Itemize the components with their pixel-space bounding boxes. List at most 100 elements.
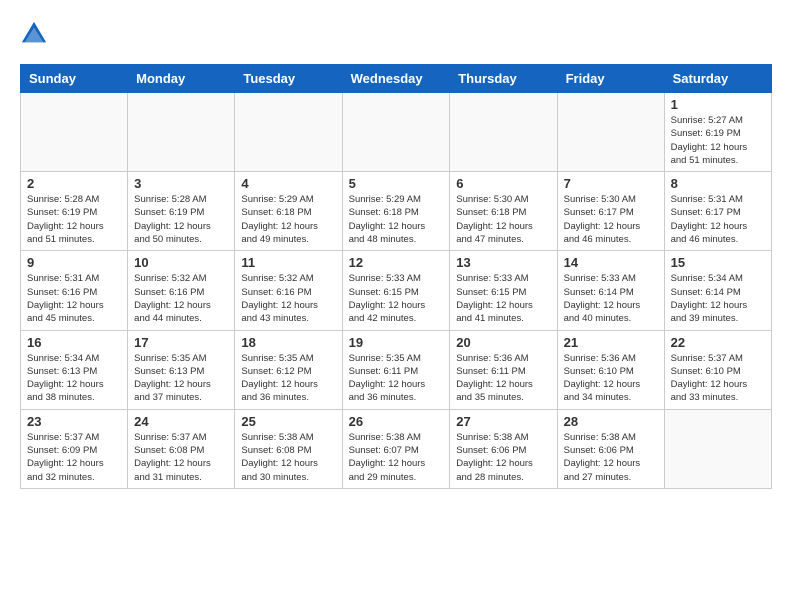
calendar-cell [128,93,235,172]
day-number: 27 [456,414,550,429]
calendar-cell: 13Sunrise: 5:33 AM Sunset: 6:15 PM Dayli… [450,251,557,330]
calendar-cell: 3 Sunrise: 5:28 AM Sunset: 6:19 PM Daylig… [128,172,235,251]
day-number: 26 [349,414,444,429]
day-info: Sunrise: 5:35 AM Sunset: 6:12 PM Dayligh… [241,352,335,405]
day-number: 23 [27,414,121,429]
calendar-week-row: 1 Sunrise: 5:27 AM Sunset: 6:19 PM Daylig… [21,93,772,172]
day-header-sunday: Sunday [21,65,128,93]
day-info: Sunrise: 5:28 AM Sunset: 6:19 PM Dayligh… [134,193,228,246]
calendar-cell: 16 Sunrise: 5:34 AM Sunset: 6:13 PM Dayli… [21,330,128,409]
calendar-header-row: SundayMondayTuesdayWednesdayThursdayFrid… [21,65,772,93]
calendar-cell: 14 Sunrise: 5:33 AM Sunset: 6:14 PM Dayli… [557,251,664,330]
day-info: Sunrise: 5:37 AM Sunset: 6:08 PM Dayligh… [134,431,228,484]
day-info: Sunrise: 5:29 AM Sunset: 6:18 PM Dayligh… [349,193,444,246]
day-info: Sunrise: 5:35 AM Sunset: 6:11 PM Dayligh… [349,352,444,405]
day-info: Sunrise: 5:28 AM Sunset: 6:19 PM Dayligh… [27,193,121,246]
day-info: Sunrise: 5:38 AM Sunset: 6:06 PM Dayligh… [456,431,550,484]
calendar-cell: 9 Sunrise: 5:31 AM Sunset: 6:16 PM Daylig… [21,251,128,330]
calendar-week-row: 16 Sunrise: 5:34 AM Sunset: 6:13 PM Dayli… [21,330,772,409]
day-header-thursday: Thursday [450,65,557,93]
day-info: Sunrise: 5:38 AM Sunset: 6:06 PM Dayligh… [564,431,658,484]
day-number: 16 [27,335,121,350]
calendar-cell [21,93,128,172]
calendar-cell: 6 Sunrise: 5:30 AM Sunset: 6:18 PM Daylig… [450,172,557,251]
day-info: Sunrise: 5:38 AM Sunset: 6:08 PM Dayligh… [241,431,335,484]
day-info: Sunrise: 5:30 AM Sunset: 6:18 PM Dayligh… [456,193,550,246]
day-info: Sunrise: 5:33 AM Sunset: 6:14 PM Dayligh… [564,272,658,325]
day-info: Sunrise: 5:35 AM Sunset: 6:13 PM Dayligh… [134,352,228,405]
day-number: 3 [134,176,228,191]
calendar-week-row: 23 Sunrise: 5:37 AM Sunset: 6:09 PM Dayli… [21,409,772,488]
calendar-cell: 11 Sunrise: 5:32 AM Sunset: 6:16 PM Dayli… [235,251,342,330]
day-number: 5 [349,176,444,191]
day-number: 11 [241,255,335,270]
calendar-cell: 7 Sunrise: 5:30 AM Sunset: 6:17 PM Daylig… [557,172,664,251]
day-number: 17 [134,335,228,350]
day-number: 28 [564,414,658,429]
calendar-cell: 22 Sunrise: 5:37 AM Sunset: 6:10 PM Dayli… [664,330,771,409]
day-number: 19 [349,335,444,350]
day-number: 24 [134,414,228,429]
calendar-cell: 26 Sunrise: 5:38 AM Sunset: 6:07 PM Dayli… [342,409,450,488]
day-number: 1 [671,97,765,112]
calendar-cell: 8 Sunrise: 5:31 AM Sunset: 6:17 PM Daylig… [664,172,771,251]
calendar-cell [235,93,342,172]
day-header-monday: Monday [128,65,235,93]
day-info: Sunrise: 5:27 AM Sunset: 6:19 PM Dayligh… [671,114,765,167]
calendar-cell: 24 Sunrise: 5:37 AM Sunset: 6:08 PM Dayli… [128,409,235,488]
day-info: Sunrise: 5:33 AM Sunset: 6:15 PM Dayligh… [349,272,444,325]
day-number: 15 [671,255,765,270]
day-number: 25 [241,414,335,429]
day-header-friday: Friday [557,65,664,93]
calendar-cell: 15 Sunrise: 5:34 AM Sunset: 6:14 PM Dayli… [664,251,771,330]
calendar-cell: 23 Sunrise: 5:37 AM Sunset: 6:09 PM Dayli… [21,409,128,488]
calendar-cell: 1 Sunrise: 5:27 AM Sunset: 6:19 PM Daylig… [664,93,771,172]
day-number: 7 [564,176,658,191]
calendar-cell: 12 Sunrise: 5:33 AM Sunset: 6:15 PM Dayli… [342,251,450,330]
day-number: 13 [456,255,550,270]
calendar-cell: 2Sunrise: 5:28 AM Sunset: 6:19 PM Daylig… [21,172,128,251]
day-header-saturday: Saturday [664,65,771,93]
day-number: 12 [349,255,444,270]
day-number: 10 [134,255,228,270]
day-header-tuesday: Tuesday [235,65,342,93]
calendar-cell: 27 Sunrise: 5:38 AM Sunset: 6:06 PM Dayli… [450,409,557,488]
day-info: Sunrise: 5:37 AM Sunset: 6:10 PM Dayligh… [671,352,765,405]
day-info: Sunrise: 5:38 AM Sunset: 6:07 PM Dayligh… [349,431,444,484]
day-number: 4 [241,176,335,191]
day-info: Sunrise: 5:32 AM Sunset: 6:16 PM Dayligh… [134,272,228,325]
day-info: Sunrise: 5:36 AM Sunset: 6:11 PM Dayligh… [456,352,550,405]
calendar-cell: 20 Sunrise: 5:36 AM Sunset: 6:11 PM Dayli… [450,330,557,409]
day-number: 9 [27,255,121,270]
day-number: 18 [241,335,335,350]
day-info: Sunrise: 5:31 AM Sunset: 6:17 PM Dayligh… [671,193,765,246]
calendar-table: SundayMondayTuesdayWednesdayThursdayFrid… [20,64,772,489]
day-info: Sunrise: 5:34 AM Sunset: 6:13 PM Dayligh… [27,352,121,405]
day-info: Sunrise: 5:30 AM Sunset: 6:17 PM Dayligh… [564,193,658,246]
day-number: 20 [456,335,550,350]
day-info: Sunrise: 5:29 AM Sunset: 6:18 PM Dayligh… [241,193,335,246]
day-info: Sunrise: 5:37 AM Sunset: 6:09 PM Dayligh… [27,431,121,484]
logo-icon [20,20,48,48]
calendar-week-row: 9 Sunrise: 5:31 AM Sunset: 6:16 PM Daylig… [21,251,772,330]
day-number: 22 [671,335,765,350]
day-info: Sunrise: 5:34 AM Sunset: 6:14 PM Dayligh… [671,272,765,325]
calendar-cell [664,409,771,488]
calendar-cell: 18 Sunrise: 5:35 AM Sunset: 6:12 PM Dayli… [235,330,342,409]
calendar-cell: 17 Sunrise: 5:35 AM Sunset: 6:13 PM Dayli… [128,330,235,409]
day-number: 21 [564,335,658,350]
calendar-cell: 28 Sunrise: 5:38 AM Sunset: 6:06 PM Dayli… [557,409,664,488]
day-header-wednesday: Wednesday [342,65,450,93]
day-number: 6 [456,176,550,191]
day-number: 8 [671,176,765,191]
day-number: 14 [564,255,658,270]
calendar-cell: 4 Sunrise: 5:29 AM Sunset: 6:18 PM Daylig… [235,172,342,251]
calendar-cell: 5 Sunrise: 5:29 AM Sunset: 6:18 PM Daylig… [342,172,450,251]
calendar-week-row: 2Sunrise: 5:28 AM Sunset: 6:19 PM Daylig… [21,172,772,251]
calendar-cell: 21 Sunrise: 5:36 AM Sunset: 6:10 PM Dayli… [557,330,664,409]
day-info: Sunrise: 5:36 AM Sunset: 6:10 PM Dayligh… [564,352,658,405]
calendar-cell: 25 Sunrise: 5:38 AM Sunset: 6:08 PM Dayli… [235,409,342,488]
day-info: Sunrise: 5:31 AM Sunset: 6:16 PM Dayligh… [27,272,121,325]
day-info: Sunrise: 5:32 AM Sunset: 6:16 PM Dayligh… [241,272,335,325]
calendar-cell [557,93,664,172]
